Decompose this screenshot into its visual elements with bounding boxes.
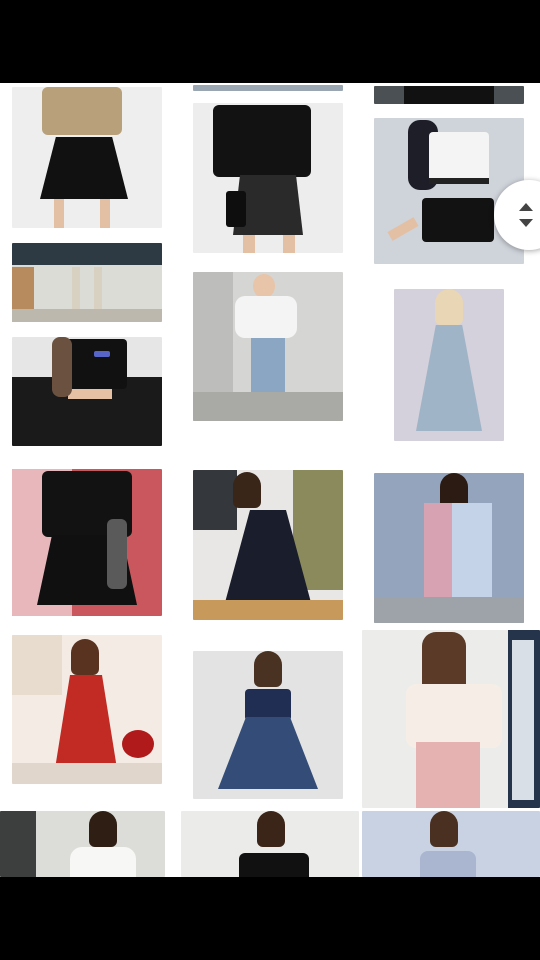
image-tile-black-offshoulder[interactable] [181, 811, 359, 877]
image-tile-red-dress[interactable] [12, 635, 162, 784]
image-tile-patchwork-dress[interactable] [374, 473, 524, 623]
image-gallery[interactable] [0, 83, 540, 877]
image-tile-black-tee-red-bg[interactable] [12, 469, 162, 616]
image-tile-navy-sequin-dress[interactable] [193, 651, 343, 799]
image-tile-floral-blouse[interactable] [362, 630, 540, 808]
image-tile-top-strip[interactable] [193, 85, 343, 91]
image-tile-top-strip-right[interactable] [374, 86, 524, 104]
image-tile-white-lace-top[interactable] [0, 811, 165, 877]
up-down-arrows-icon [519, 203, 533, 227]
image-tile-black-lace-dress[interactable] [193, 470, 343, 620]
image-tile-plaid-shirt[interactable] [12, 87, 162, 228]
image-tile-blue-floral-dress[interactable] [394, 289, 504, 441]
image-tile-blue-tulle-dress[interactable] [362, 811, 540, 877]
image-tile-black-crop-leather[interactable] [12, 337, 162, 446]
image-tile-black-tee-plaid[interactable] [193, 103, 343, 253]
image-tile-white-crop-shorts[interactable] [374, 118, 524, 264]
bottom-black-bar [0, 877, 540, 960]
image-tile-white-hoodie-jeans[interactable] [193, 272, 343, 421]
top-black-bar [0, 0, 540, 83]
image-tile-hallway[interactable] [12, 243, 162, 322]
